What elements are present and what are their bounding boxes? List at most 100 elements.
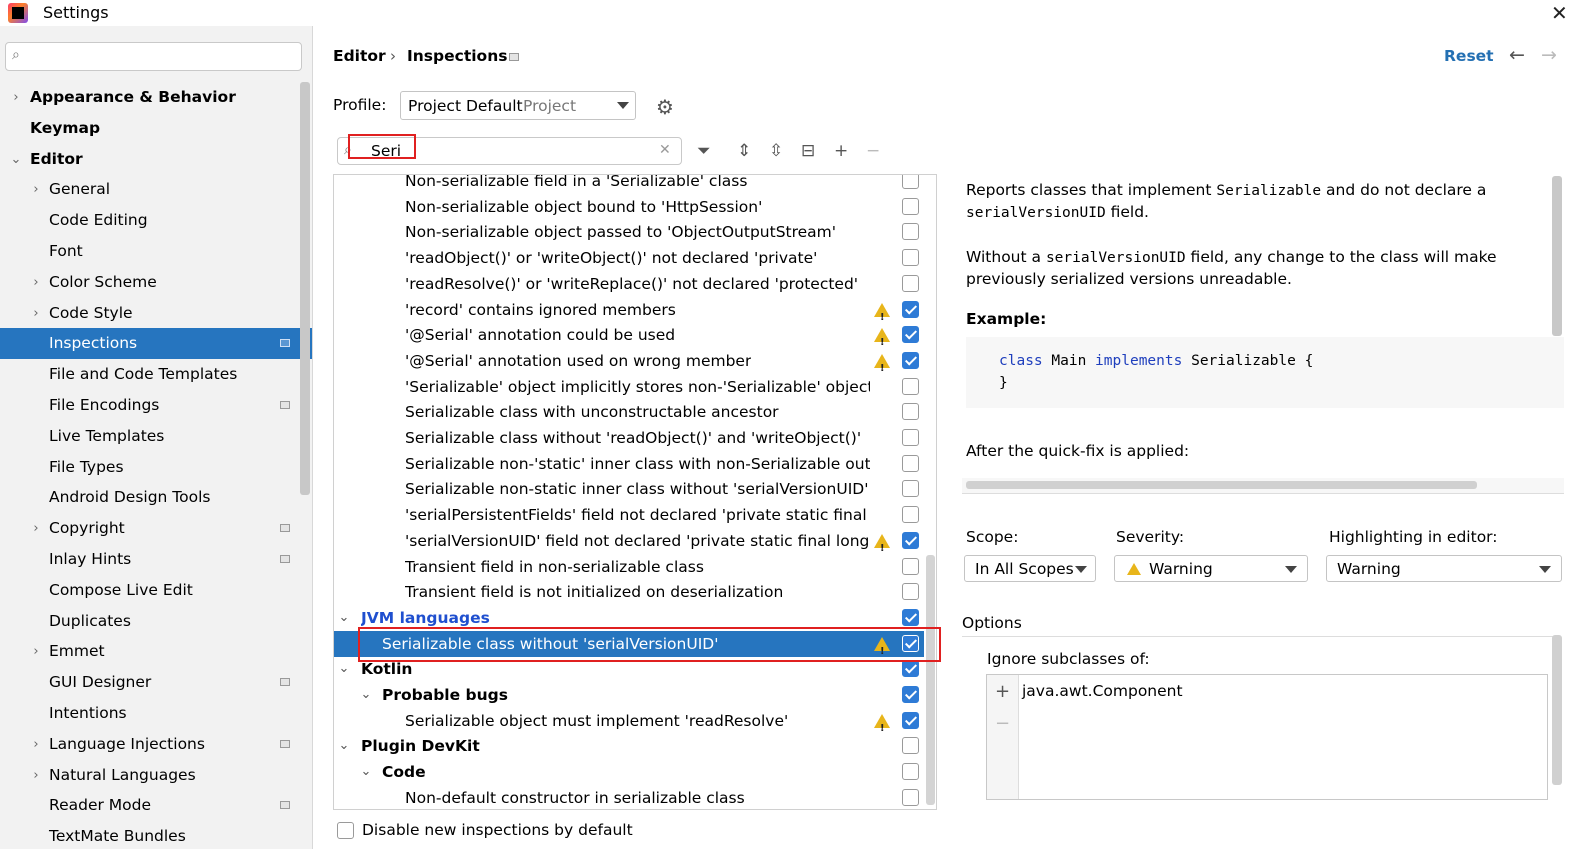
sidebar-item[interactable]: File Types bbox=[0, 452, 312, 483]
inspection-row[interactable]: '@Serial' annotation used on wrong membe… bbox=[334, 348, 924, 382]
sidebar-item[interactable]: TextMate Bundles bbox=[0, 821, 312, 849]
inspection-row[interactable]: Non-default constructor in serializable … bbox=[334, 785, 924, 809]
sidebar-item[interactable]: › Language Injections bbox=[0, 729, 312, 760]
inspection-row[interactable]: 'readResolve()' or 'writeReplace()' not … bbox=[334, 271, 924, 297]
inspection-row[interactable]: Serializable non-static inner class with… bbox=[334, 476, 924, 502]
scope-dropdown[interactable]: In All Scopes bbox=[964, 555, 1096, 582]
inspection-checkbox[interactable] bbox=[902, 326, 919, 344]
inspection-row[interactable]: Non-serializable object bound to 'HttpSe… bbox=[334, 194, 924, 220]
tree-group-row[interactable]: ⌄ Code bbox=[334, 759, 924, 785]
code-scrollbar[interactable] bbox=[966, 481, 1477, 489]
inspection-checkbox[interactable] bbox=[902, 711, 919, 729]
add-icon[interactable]: + bbox=[834, 141, 848, 161]
close-icon[interactable]: ✕ bbox=[1551, 1, 1568, 25]
filter-icon[interactable]: ⏷ bbox=[697, 141, 711, 161]
tree-group-row[interactable]: ⌄ Probable bugs bbox=[334, 682, 924, 708]
remove-icon[interactable]: − bbox=[866, 141, 880, 161]
sidebar-item[interactable]: Reader Mode bbox=[0, 790, 312, 821]
sidebar-item[interactable]: Android Design Tools bbox=[0, 482, 312, 513]
tree-scrollbar[interactable] bbox=[926, 555, 935, 805]
inspection-checkbox[interactable] bbox=[902, 480, 919, 498]
sidebar-item[interactable]: Live Templates bbox=[0, 421, 312, 452]
inspection-row[interactable]: '@Serial' annotation could be used bbox=[334, 322, 924, 356]
highlighting-dropdown[interactable]: Warning bbox=[1326, 555, 1562, 582]
inspection-checkbox[interactable] bbox=[902, 454, 919, 472]
inspection-checkbox[interactable] bbox=[902, 788, 919, 806]
inspection-checkbox[interactable] bbox=[902, 763, 919, 781]
inspection-checkbox[interactable] bbox=[902, 351, 919, 369]
chevron-down-icon[interactable]: ⌄ bbox=[360, 682, 372, 708]
reset-link[interactable]: Reset bbox=[1444, 47, 1494, 65]
profile-dropdown[interactable]: Project Default Project bbox=[400, 91, 636, 120]
expand-all-icon[interactable]: ⇕ bbox=[737, 141, 751, 161]
inspection-row[interactable]: 'serialPersistentFields' field not decla… bbox=[334, 502, 924, 528]
sidebar-item[interactable]: › Copyright bbox=[0, 513, 312, 544]
chevron-down-icon[interactable]: ⌄ bbox=[338, 656, 350, 682]
inspection-checkbox[interactable] bbox=[902, 686, 919, 703]
inspection-checkbox[interactable] bbox=[902, 175, 919, 189]
chevron-right-icon[interactable]: › bbox=[30, 174, 42, 205]
chevron-right-icon[interactable]: › bbox=[10, 82, 22, 113]
inspection-row[interactable]: Non-serializable field in a 'Serializabl… bbox=[334, 175, 924, 194]
inspection-checkbox[interactable] bbox=[902, 660, 919, 678]
chevron-right-icon[interactable]: › bbox=[30, 760, 42, 791]
chevron-right-icon[interactable]: › bbox=[30, 298, 42, 329]
options-scrollbar[interactable] bbox=[1552, 635, 1562, 785]
inspection-row[interactable]: Serializable class without 'readObject()… bbox=[334, 425, 924, 451]
chevron-down-icon[interactable]: ⌄ bbox=[10, 144, 22, 175]
sidebar-item[interactable]: Inspections bbox=[0, 328, 312, 360]
sidebar-search-input[interactable]: ⌕ bbox=[5, 42, 302, 71]
forward-arrow-icon[interactable]: → bbox=[1541, 44, 1557, 66]
gear-icon[interactable]: ⚙ bbox=[656, 95, 674, 119]
inspection-row[interactable]: Serializable class with unconstructable … bbox=[334, 399, 924, 425]
sidebar-item[interactable]: › Code Style bbox=[0, 298, 312, 329]
inspection-checkbox[interactable] bbox=[902, 274, 919, 292]
sidebar-item[interactable]: Keymap bbox=[0, 113, 312, 144]
sidebar-item[interactable]: Code Editing bbox=[0, 205, 312, 236]
inspection-row[interactable]: 'serialVersionUID' field not declared 'p… bbox=[334, 528, 924, 562]
inspection-row[interactable]: Transient field is not initialized on de… bbox=[334, 579, 924, 605]
description-scrollbar[interactable] bbox=[1552, 176, 1562, 336]
severity-dropdown[interactable]: Warning bbox=[1114, 555, 1308, 582]
sidebar-item[interactable]: › General bbox=[0, 174, 312, 205]
inspection-row[interactable]: Transient field in non-serializable clas… bbox=[334, 554, 924, 580]
sidebar-item[interactable]: File Encodings bbox=[0, 390, 312, 421]
disable-new-checkbox[interactable] bbox=[337, 822, 354, 839]
inspection-checkbox[interactable] bbox=[902, 249, 919, 267]
sidebar-item[interactable]: › Natural Languages bbox=[0, 760, 312, 791]
remove-icon[interactable]: − bbox=[995, 713, 1010, 734]
inspection-row[interactable]: Non-serializable object passed to 'Objec… bbox=[334, 219, 924, 245]
inspection-row[interactable]: 'record' contains ignored members bbox=[334, 297, 924, 331]
add-icon[interactable]: + bbox=[995, 681, 1010, 702]
inspection-checkbox[interactable] bbox=[902, 429, 919, 446]
inspection-checkbox[interactable] bbox=[902, 223, 919, 241]
list-item[interactable]: java.awt.Component bbox=[1022, 682, 1183, 700]
inspection-checkbox[interactable] bbox=[902, 377, 919, 395]
clear-icon[interactable]: ✕ bbox=[659, 142, 671, 158]
chevron-down-icon[interactable]: ⌄ bbox=[360, 759, 372, 785]
inspection-row[interactable]: Serializable object must implement 'read… bbox=[334, 708, 924, 742]
chevron-right-icon[interactable]: › bbox=[30, 636, 42, 667]
inspection-checkbox[interactable] bbox=[902, 197, 919, 215]
chevron-right-icon[interactable]: › bbox=[30, 729, 42, 760]
collapse-all-icon[interactable]: ⇳ bbox=[769, 141, 783, 161]
inspection-checkbox[interactable] bbox=[902, 506, 919, 524]
inspection-row[interactable]: 'Serializable' object implicitly stores … bbox=[334, 374, 924, 400]
sidebar-item[interactable]: GUI Designer bbox=[0, 667, 312, 698]
chevron-down-icon[interactable]: ⌄ bbox=[338, 605, 350, 631]
inspection-row[interactable]: Serializable non-'static' inner class wi… bbox=[334, 451, 924, 477]
sidebar-item[interactable]: Font bbox=[0, 236, 312, 267]
sidebar-item[interactable]: › Appearance & Behavior bbox=[0, 82, 312, 113]
breadcrumb-editor[interactable]: Editor bbox=[333, 47, 386, 65]
inspection-checkbox[interactable] bbox=[902, 300, 919, 318]
chevron-right-icon[interactable]: › bbox=[30, 267, 42, 298]
reset-to-default-icon[interactable]: ⊟ bbox=[801, 141, 815, 161]
sidebar-item[interactable]: Duplicates bbox=[0, 606, 312, 637]
sidebar-item[interactable]: Compose Live Edit bbox=[0, 575, 312, 606]
sidebar-item[interactable]: File and Code Templates bbox=[0, 359, 312, 390]
sidebar-item[interactable]: › Color Scheme bbox=[0, 267, 312, 298]
sidebar-item[interactable]: Inlay Hints bbox=[0, 544, 312, 575]
inspection-checkbox[interactable] bbox=[902, 403, 919, 421]
inspection-checkbox[interactable] bbox=[902, 608, 919, 626]
sidebar-scrollbar[interactable] bbox=[300, 82, 310, 495]
